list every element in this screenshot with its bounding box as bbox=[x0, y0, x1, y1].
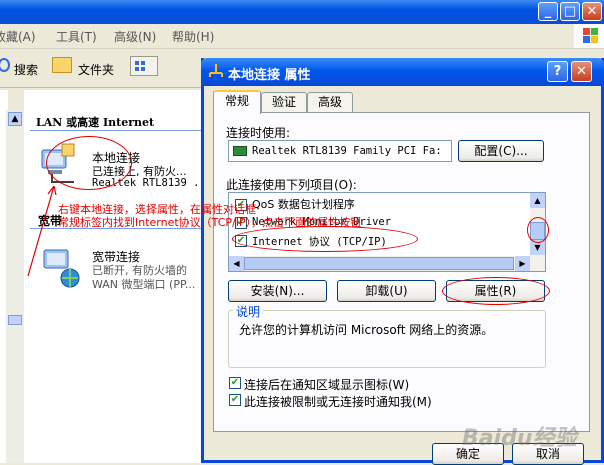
tab-general[interactable]: 常规 bbox=[213, 90, 261, 114]
folders-button[interactable]: 文件夹 bbox=[78, 61, 114, 78]
description-groupbox bbox=[228, 310, 546, 368]
folder-icon bbox=[52, 57, 72, 73]
explorer-titlebar bbox=[0, 0, 604, 24]
network-card-icon bbox=[233, 146, 247, 156]
views-button[interactable] bbox=[130, 56, 158, 76]
group-divider bbox=[30, 130, 210, 131]
scroll-thumb[interactable] bbox=[8, 315, 22, 325]
maximize-button[interactable]: □ bbox=[560, 2, 580, 21]
annotation-arrow bbox=[27, 185, 57, 277]
list-hscroll-thumb[interactable] bbox=[244, 257, 514, 270]
menu-help[interactable]: 帮助(H) bbox=[172, 28, 214, 45]
adapter-name: Realtek RTL8139 Family PCI Fa: bbox=[252, 145, 442, 157]
show-icon-label: 连接后在通知区域显示图标(W) bbox=[244, 378, 410, 392]
group-header-lan: LAN 或高速 Internet bbox=[36, 116, 155, 129]
uninstall-button[interactable]: 卸载(U) bbox=[337, 280, 436, 302]
explorer-scrollbar[interactable] bbox=[6, 110, 25, 463]
scroll-up-button[interactable]: ▲ bbox=[8, 112, 22, 126]
description-title: 说明 bbox=[233, 303, 264, 320]
tab-advanced[interactable]: 高级 bbox=[307, 92, 353, 112]
items-label: 此连接使用下列项目(O): bbox=[226, 178, 357, 192]
annotation-circle-scroll bbox=[527, 217, 549, 243]
dialog-close-button[interactable]: ✕ bbox=[571, 61, 592, 82]
menu-tools[interactable]: 工具(T) bbox=[56, 28, 97, 45]
notify-label: 此连接被限制或无连接时通知我(M) bbox=[244, 395, 432, 409]
baidu-watermark: Baidu经验 bbox=[462, 426, 577, 451]
menu-advanced[interactable]: 高级(N) bbox=[114, 28, 156, 45]
menu-favorites[interactable]: 收藏(A) bbox=[0, 28, 36, 45]
network-icon bbox=[207, 63, 225, 79]
notify-checkbox[interactable]: ✔ bbox=[229, 394, 241, 406]
item-label: QoS 数据包计划程序 bbox=[252, 198, 355, 211]
connection-device: WAN 微型端口 (PP... bbox=[92, 278, 196, 291]
connect-using-label: 连接时使用: bbox=[226, 126, 291, 140]
list-scroll-left[interactable]: ◀ bbox=[229, 256, 244, 271]
list-scroll-up[interactable]: ▲ bbox=[530, 193, 545, 208]
install-button[interactable]: 安装(N)... bbox=[228, 280, 327, 302]
minimize-button[interactable]: _ bbox=[538, 2, 558, 21]
list-scroll-right[interactable]: ▶ bbox=[515, 256, 530, 271]
annotation-circle-properties bbox=[442, 277, 550, 305]
configure-button[interactable]: 配置(C)... bbox=[458, 140, 544, 162]
description-text: 允许您的计算机访问 Microsoft 网络上的资源。 bbox=[239, 323, 494, 337]
close-button[interactable]: ✕ bbox=[582, 2, 602, 21]
search-button[interactable]: 搜索 bbox=[14, 61, 38, 78]
show-icon-checkbox[interactable]: ✔ bbox=[229, 377, 241, 389]
help-button[interactable]: ? bbox=[547, 61, 568, 82]
dialog-title: 本地连接 属性 bbox=[228, 68, 311, 83]
windows-logo-icon bbox=[574, 24, 604, 48]
tab-authentication[interactable]: 验证 bbox=[261, 92, 307, 112]
annotation-text-line2: 常规标签内找到Internet协议（TCP/IP），点击下面的属性按钮 bbox=[58, 216, 362, 229]
